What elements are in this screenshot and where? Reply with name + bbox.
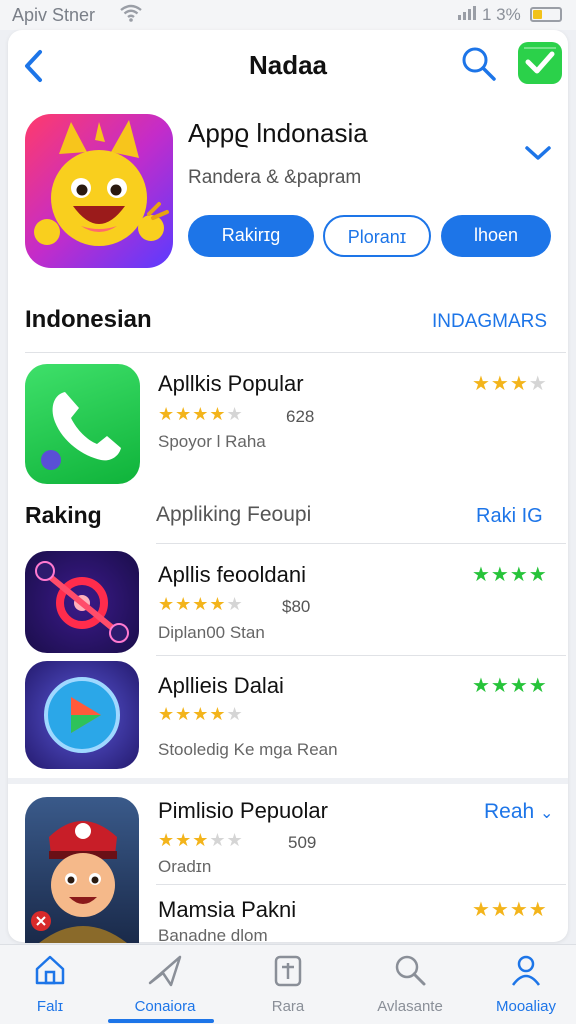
rating-stars: ★★★★★ (158, 404, 244, 424)
status-bar: Apiv Stner 1 3% (0, 0, 576, 30)
reah-label: Reah (484, 800, 535, 823)
list-item-title[interactable]: Apllieis Dalai (158, 673, 284, 699)
calendar-icon (274, 955, 302, 987)
section-title-indonesian: Indonesian (25, 306, 152, 333)
tab-bar: Falɪ Conaiora Rara Avlasante Mooaliay (0, 944, 576, 1024)
list-item-subtitle: Spoyor l Raha (158, 432, 266, 451)
battery-percent: 1 3% (482, 5, 521, 24)
active-tab-indicator (108, 1019, 214, 1023)
ploranl-button[interactable]: Ploranɪ (323, 215, 431, 257)
list-item-icon-target[interactable] (25, 551, 139, 653)
divider (156, 543, 566, 544)
tab-search[interactable]: Avlasante (350, 945, 470, 1024)
lhoen-button[interactable]: Ɩhoen (441, 215, 551, 257)
tab-label: Falɪ (36, 998, 64, 1015)
right-rating-stars: ★★★★ (472, 899, 548, 921)
phone-icon (41, 392, 121, 470)
tab-label: Conaiora (134, 998, 196, 1015)
right-rating-stars: ★★★★ (472, 675, 548, 697)
list-item-subtitle: Oradɪn (158, 857, 212, 876)
divider (156, 655, 566, 656)
list-item-subtitle: Banadne dlom (158, 926, 268, 942)
hero-app-icon[interactable] (25, 114, 173, 268)
carrier-label: Apiv Stner (12, 5, 96, 25)
list-item-icon-phone[interactable] (25, 364, 140, 484)
rating-count: 509 (288, 833, 317, 852)
divider (156, 884, 566, 885)
search-icon[interactable] (460, 45, 498, 83)
wifi-icon (120, 4, 142, 22)
tab-explore[interactable]: Conaiora (110, 945, 220, 1024)
section-link-raking[interactable]: Raki IG (476, 505, 543, 528)
divider (25, 352, 566, 353)
chevron-down-icon: ⌄ (540, 805, 554, 822)
list-item-subtitle: Stooledig Ke mga Rean (158, 740, 338, 759)
list-item-title[interactable]: Apllis feooldani (158, 562, 306, 588)
tab-label: Avlasante (377, 998, 443, 1015)
person-icon (511, 955, 541, 986)
rating-stars: ★★★★★ (158, 594, 244, 614)
rating-count: $80 (282, 597, 311, 616)
tab-rara[interactable]: Rara (238, 945, 338, 1024)
list-item-title[interactable]: Pimlisio Pepuolar (158, 798, 328, 824)
cartoon-face-icon (34, 120, 169, 246)
rating-stars: ★★★★★ (158, 830, 244, 850)
hero-app-subtitle: Randera & &papram (188, 167, 362, 188)
rating-stars: ★★★★★ (158, 704, 244, 724)
check-icon (524, 47, 556, 74)
rating-count: 628 (286, 407, 315, 426)
right-rating-stars: ★★★★ (472, 564, 548, 586)
raking-button[interactable]: Rakirɪg (188, 215, 314, 257)
right-rating-stars: ★★★★ (472, 373, 548, 395)
tab-profile[interactable]: Mooaliay (476, 945, 576, 1024)
hero-app-title: Appϱ Ɩndonasia (188, 118, 368, 148)
battery-icon (530, 7, 562, 22)
section-subtitle: Appliking Feoupi (156, 503, 312, 526)
reah-dropdown[interactable]: Reah ⌄ (484, 800, 553, 824)
tab-home[interactable]: Falɪ (0, 945, 100, 1024)
signal-icon (458, 6, 476, 20)
target-icon (35, 561, 129, 643)
list-item-title[interactable]: Apllkis Popular (158, 371, 304, 397)
play-icon (44, 677, 120, 753)
list-item-subtitle: Diplan00 Stan (158, 623, 265, 642)
section-title-raking: Raking (25, 502, 102, 528)
list-item-icon-character[interactable] (25, 797, 139, 943)
character-icon (31, 821, 127, 943)
green-check-app-icon[interactable] (518, 42, 562, 84)
list-item-icon-play[interactable] (25, 661, 139, 769)
section-link-indagmars[interactable]: INDAGMARS (432, 311, 547, 333)
checkmark-icon[interactable] (524, 140, 552, 164)
list-item-title[interactable]: Mamsia Pakni (158, 897, 296, 923)
section-gap (8, 778, 568, 784)
tab-label: Mooaliay (495, 998, 557, 1015)
home-icon (35, 955, 65, 985)
paper-plane-icon (148, 955, 182, 987)
search-icon (395, 955, 426, 986)
tab-label: Rara (271, 998, 305, 1015)
